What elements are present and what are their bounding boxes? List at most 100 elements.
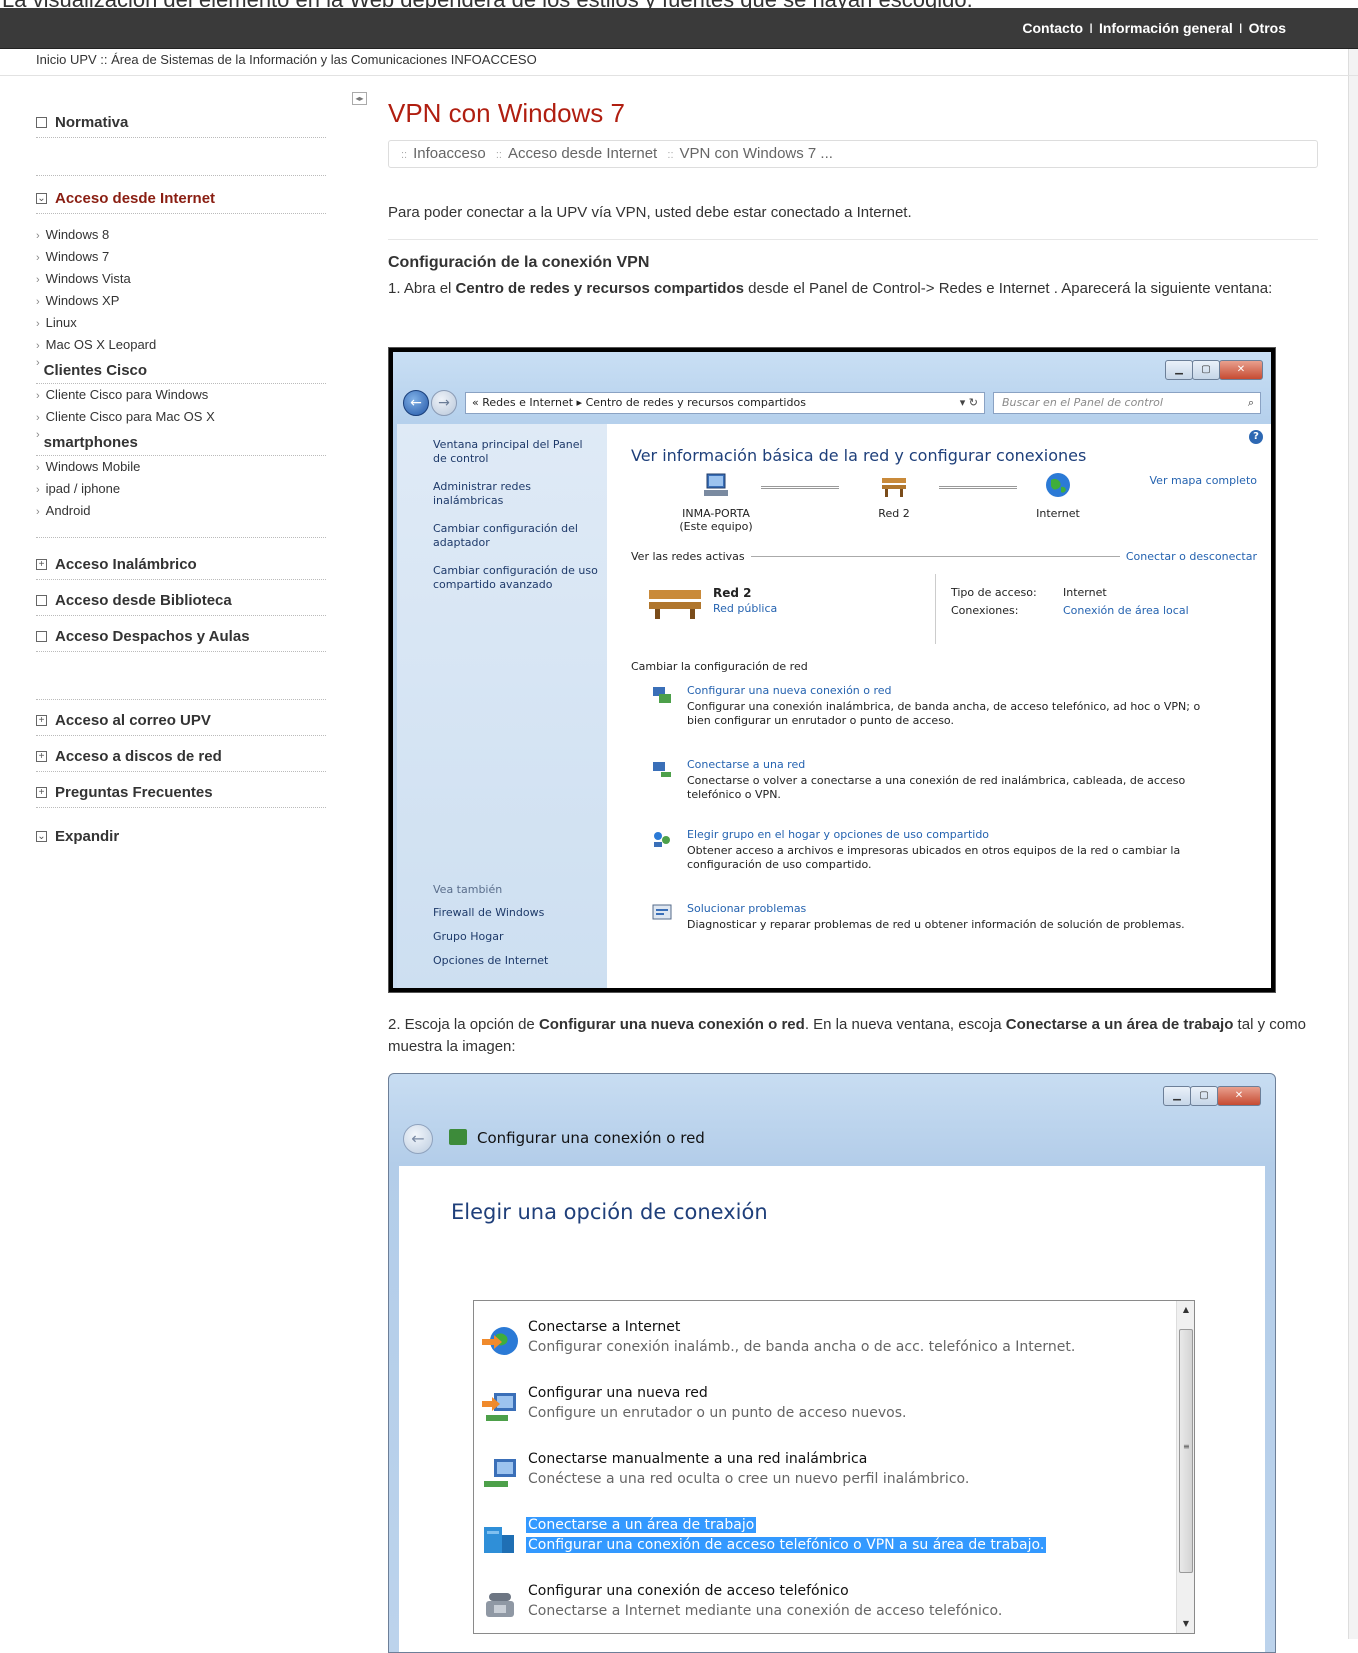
link-informacion-general[interactable]: Información general: [1099, 20, 1233, 36]
expanded-box-icon: ⌄: [36, 831, 47, 842]
sidebar-item-windows-xp[interactable]: › Windows XP: [36, 290, 326, 312]
sidebar-item-ipad-iphone[interactable]: › ipad / iphone: [36, 478, 326, 500]
option-workplace[interactable]: Conectarse a un área de trabajo Configur…: [480, 1515, 1160, 1567]
section-label: Acceso Despachos y Aulas: [55, 628, 250, 645]
maximize-icon[interactable]: ▢: [1192, 360, 1220, 380]
option-desc: Configurar conexión inalámb., de banda a…: [528, 1339, 1076, 1355]
chevron-right-icon: ›: [36, 390, 40, 402]
link-internet-options[interactable]: Opciones de Internet: [433, 954, 548, 968]
scroll-up-arrow-icon[interactable]: ▲: [1177, 1301, 1195, 1319]
node-network[interactable]: Red 2: [839, 470, 949, 520]
sidebar-section-inalambrico[interactable]: + Acceso Inalámbrico: [36, 550, 326, 580]
breadcrumb-infoacceso[interactable]: Infoacceso: [413, 145, 486, 162]
sidebar-item-cisco-windows[interactable]: › Cliente Cisco para Windows: [36, 384, 326, 406]
page-scrollbar[interactable]: [1348, 49, 1358, 1639]
sidebar-item-windows-8[interactable]: › Windows 8: [36, 224, 326, 246]
globe-icon: [482, 1327, 518, 1355]
link-homegroup[interactable]: Grupo Hogar: [433, 930, 548, 944]
option-title: Configurar una conexión de acceso telefó…: [528, 1583, 849, 1599]
sidebar-section-biblioteca[interactable]: Acceso desde Biblioteca: [36, 586, 326, 616]
text: desde el Panel de Control-> Redes e Inte…: [743, 280, 1273, 297]
link-otros[interactable]: Otros: [1249, 20, 1286, 36]
search-placeholder: Buscar en el Panel de control: [1002, 396, 1163, 409]
wireless-icon: [484, 1459, 516, 1487]
option-title: Configurar una nueva red: [528, 1385, 708, 1401]
task-link[interactable]: Configurar una nueva conexión o red: [687, 684, 892, 697]
link-firewall[interactable]: Firewall de Windows: [433, 906, 548, 920]
workplace-building-icon: [484, 1527, 514, 1553]
section-label: Normativa: [55, 114, 129, 131]
network-type-link[interactable]: Red pública: [713, 602, 777, 615]
option-manual-wireless[interactable]: Conectarse manualmente a una red inalámb…: [480, 1449, 1160, 1501]
sidebar-item-mac-os-x[interactable]: › Mac OS X Leopard: [36, 334, 326, 356]
expand-plus-icon: +: [36, 787, 47, 798]
subgroup-label: smartphones: [43, 434, 138, 451]
scroll-down-arrow-icon[interactable]: ▼: [1177, 1615, 1195, 1633]
divider: [36, 522, 326, 538]
sidebar-section-normativa[interactable]: Normativa: [36, 108, 326, 138]
sidebar-subgroup-cisco[interactable]: › Clientes Cisco: [36, 357, 326, 384]
sidebar-item-windows-mobile[interactable]: › Windows Mobile: [36, 456, 326, 478]
wizard-content: Elegir una opción de conexión Conectarse…: [399, 1166, 1265, 1652]
maximize-icon[interactable]: ▢: [1190, 1086, 1218, 1106]
sidebar-item-windows-vista[interactable]: › Windows Vista: [36, 268, 326, 290]
option-connect-internet[interactable]: Conectarse a Internet Configurar conexió…: [480, 1317, 1160, 1369]
sidebar-item-linux[interactable]: › Linux: [36, 312, 326, 334]
sidebar-section-faq[interactable]: + Preguntas Frecuentes: [36, 778, 326, 808]
link-manage-wireless[interactable]: Administrar redes inalámbricas: [433, 480, 599, 508]
node-internet[interactable]: Internet: [1003, 470, 1113, 520]
divider: [750, 556, 1120, 557]
item-label: Cliente Cisco para Windows: [45, 387, 209, 402]
telephone-icon: [486, 1593, 514, 1617]
back-arrow-icon[interactable]: ←: [403, 1124, 433, 1154]
sidebar-item-windows-7[interactable]: › Windows 7: [36, 246, 326, 268]
address-field[interactable]: « Redes e Internet ▸ Centro de redes y r…: [465, 392, 985, 414]
link-adapter-settings[interactable]: Cambiar configuración del adaptador: [433, 522, 599, 550]
intro-text: Para poder conectar a la UPV vía VPN, us…: [388, 204, 912, 221]
help-icon[interactable]: ?: [1249, 430, 1263, 444]
sidebar-toggle-icon[interactable]: ◂▸: [352, 92, 367, 105]
sidebar-section-despachos[interactable]: Acceso Despachos y Aulas: [36, 622, 326, 652]
forward-arrow-icon[interactable]: →: [431, 390, 457, 416]
link-sharing-settings[interactable]: Cambiar configuración de uso compartido …: [433, 564, 599, 592]
connection-line: [761, 486, 839, 489]
minimize-icon[interactable]: ▁: [1163, 1086, 1191, 1106]
sidebar-expand-all[interactable]: ⌄ Expandir: [36, 822, 326, 851]
sidebar-section-acceso-internet[interactable]: ⌄ Acceso desde Internet: [36, 184, 326, 214]
divider: [388, 239, 1318, 240]
close-icon[interactable]: ✕: [1217, 1086, 1261, 1106]
node-name: Internet: [1036, 507, 1080, 520]
chevron-right-icon: ›: [36, 274, 40, 286]
option-dialup[interactable]: Configurar una conexión de acceso telefó…: [480, 1581, 1160, 1633]
list-scrollbar[interactable]: ▲ ≡ ▼: [1176, 1301, 1194, 1633]
sidebar-section-discos[interactable]: + Acceso a discos de red: [36, 742, 326, 772]
scroll-thumb[interactable]: ≡: [1179, 1329, 1193, 1573]
sidebar-item-cisco-mac[interactable]: › Cliente Cisco para Mac OS X: [36, 406, 326, 428]
task-link[interactable]: Conectarse a una red: [687, 758, 805, 771]
breadcrumb: :: Infoacceso :: Acceso desde Internet :: V…: [388, 140, 1318, 168]
sidebar-section-correo[interactable]: + Acceso al correo UPV: [36, 706, 326, 736]
item-label: Windows Mobile: [45, 459, 141, 474]
link-connect-disconnect[interactable]: Conectar o desconectar: [1126, 550, 1257, 563]
node-computer[interactable]: INMA-PORTA (Este equipo): [661, 470, 771, 533]
link-local-area-connection[interactable]: Conexión de área local: [1063, 604, 1189, 617]
section-label: Acceso a discos de red: [55, 748, 222, 765]
refresh-icon[interactable]: ▾ ↻: [960, 393, 978, 413]
globe-icon: [1046, 473, 1070, 497]
task-link[interactable]: Elegir grupo en el hogar y opciones de u…: [687, 828, 989, 841]
link-contacto[interactable]: Contacto: [1022, 20, 1083, 36]
link-panel-home[interactable]: Ventana principal del Panel de control: [433, 438, 599, 466]
collapse-box-icon: [36, 595, 47, 606]
option-new-network[interactable]: Configurar una nueva red Configure un en…: [480, 1383, 1160, 1435]
back-arrow-icon[interactable]: ←: [403, 390, 429, 416]
sidebar-subgroup-smartphones[interactable]: › smartphones: [36, 429, 326, 456]
top-bar: Contacto I Información general I Otros: [0, 8, 1358, 49]
site-breadcrumb[interactable]: Inicio UPV :: Área de Sistemas de la Inf…: [36, 52, 537, 67]
divider: [935, 574, 936, 644]
minimize-icon[interactable]: ▁: [1165, 360, 1193, 380]
task-link[interactable]: Solucionar problemas: [687, 902, 806, 915]
close-icon[interactable]: ✕: [1219, 360, 1263, 380]
search-input[interactable]: Buscar en el Panel de control ⌕: [993, 392, 1261, 414]
sidebar-item-android[interactable]: › Android: [36, 500, 326, 522]
breadcrumb-acceso-internet[interactable]: Acceso desde Internet: [508, 145, 657, 162]
